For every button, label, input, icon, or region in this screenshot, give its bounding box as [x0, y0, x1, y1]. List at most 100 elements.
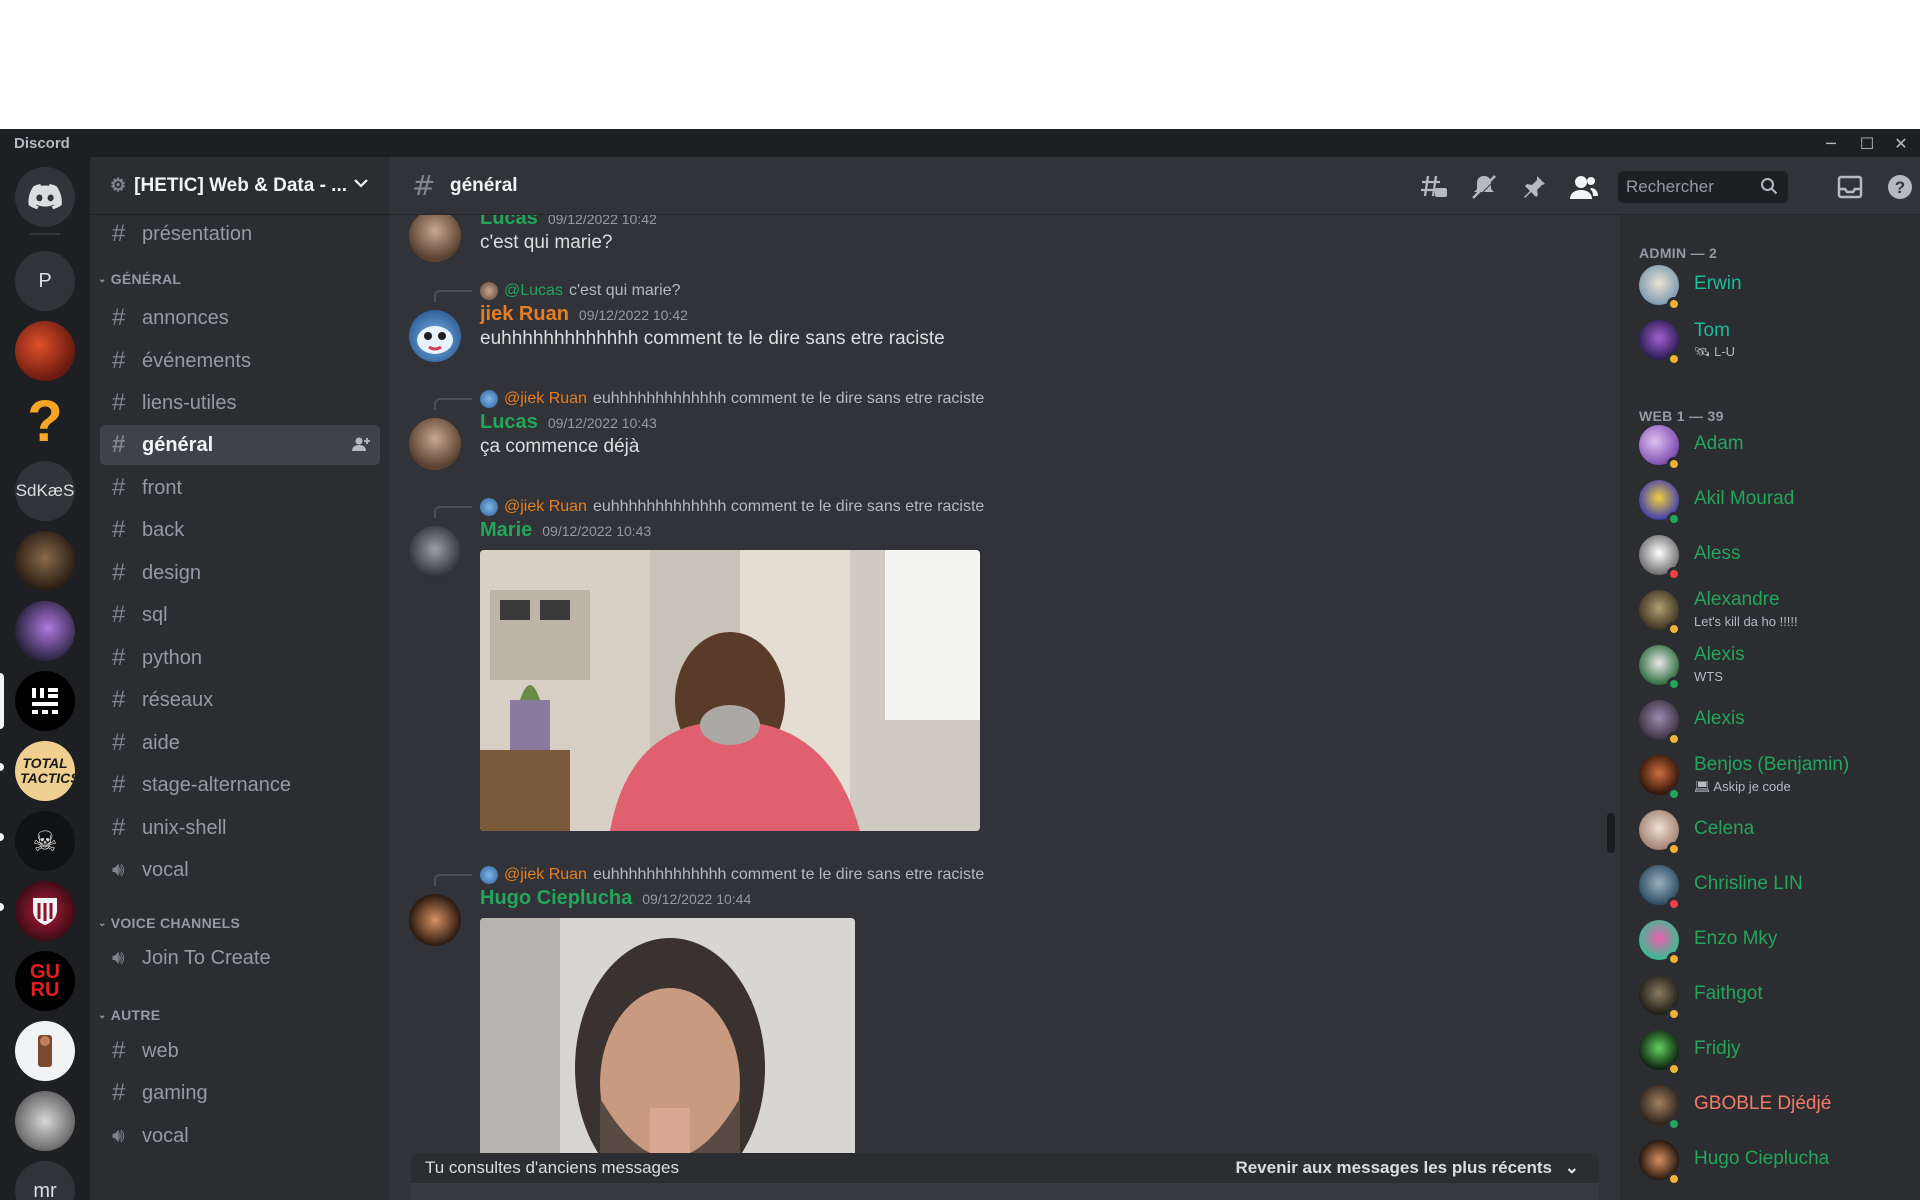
- server-question[interactable]: ?: [15, 391, 75, 451]
- message-author[interactable]: Marie 09/12/2022 10:43: [480, 519, 651, 542]
- server-sdkaes[interactable]: SdKæS: [15, 461, 75, 521]
- hashtag-icon: #: [112, 729, 126, 756]
- help-icon[interactable]: ?: [1884, 171, 1916, 203]
- server-guru[interactable]: GU RU: [15, 951, 75, 1011]
- reply-preview[interactable]: @jiek Ruan euhhhhhhhhhhhhh comment te le…: [480, 496, 984, 518]
- avatar: [1639, 535, 1681, 581]
- channel-presentation[interactable]: # présentation: [100, 214, 380, 254]
- hashtag-icon: #: [112, 601, 126, 628]
- threads-icon[interactable]: [1418, 171, 1450, 203]
- message-author[interactable]: jiek Ruan 09/12/2022 10:42: [480, 303, 688, 326]
- member-item[interactable]: Tom 🛰 L-U: [1639, 316, 1909, 366]
- reply-preview[interactable]: @jiek Ruan euhhhhhhhhhhhhh comment te le…: [480, 864, 984, 886]
- server-mr[interactable]: mr: [15, 1161, 75, 1200]
- channel-liens-utiles[interactable]: # liens-utiles: [100, 383, 380, 423]
- maximize-icon[interactable]: ☐: [1850, 129, 1884, 157]
- channel-back[interactable]: # back: [100, 510, 380, 550]
- discord-home-icon[interactable]: [15, 167, 75, 227]
- server-purple-creature[interactable]: [15, 601, 75, 661]
- avatar-lucas[interactable]: [409, 215, 461, 262]
- message-composer[interactable]: [411, 1183, 1599, 1200]
- member-item[interactable]: GBOBLE Djédjé: [1639, 1081, 1909, 1131]
- message-author[interactable]: Hugo Cieplucha 09/12/2022 10:44: [480, 887, 751, 910]
- invite-member-icon[interactable]: [352, 435, 370, 458]
- server-dark-creature[interactable]: [15, 531, 75, 591]
- message-text: euhhhhhhhhhhhhh comment te le dire sans …: [480, 328, 945, 349]
- server-shield-logo[interactable]: [15, 881, 75, 941]
- member-item[interactable]: Alexis: [1639, 696, 1909, 746]
- channel-stage-alternance[interactable]: # stage-alternance: [100, 765, 380, 805]
- avatar: [1639, 975, 1681, 1021]
- avatar: [1639, 1030, 1681, 1076]
- server-storm-creature[interactable]: [15, 1091, 75, 1151]
- member-item[interactable]: Hugo Cieplucha: [1639, 1136, 1909, 1186]
- member-item[interactable]: Akil Mourad: [1639, 476, 1909, 526]
- channel-unix-shell[interactable]: # unix-shell: [100, 808, 380, 848]
- jump-to-present-button[interactable]: Revenir aux messages les plus récents ⌄: [1235, 1158, 1579, 1178]
- server-glyph-logo[interactable]: [15, 671, 75, 731]
- member-item[interactable]: Alexandre Let's kill da ho !!!!!: [1639, 586, 1909, 636]
- channel-sql[interactable]: # sql: [100, 595, 380, 635]
- message-author[interactable]: Lucas 09/12/2022 10:43: [480, 411, 657, 434]
- channel-reseaux[interactable]: # réseaux: [100, 680, 380, 720]
- channel-gaming[interactable]: # gaming: [100, 1073, 380, 1113]
- minimize-icon[interactable]: ─: [1814, 129, 1848, 157]
- channel-web[interactable]: # web: [100, 1031, 380, 1071]
- reply-preview[interactable]: @jiek Ruan euhhhhhhhhhhhhh comment te le…: [480, 388, 984, 410]
- member-item[interactable]: Benjos (Benjamin) 💻︎ Askip je code: [1639, 751, 1909, 801]
- member-item[interactable]: Celena: [1639, 806, 1909, 856]
- pin-icon[interactable]: [1518, 171, 1550, 203]
- hashtag-icon: #: [112, 304, 126, 331]
- message-timestamp: 09/12/2022 10:44: [642, 891, 752, 907]
- avatar-marie[interactable]: [409, 526, 461, 578]
- voice-channel-vocal[interactable]: 🔊︎ vocal: [100, 850, 380, 890]
- channel-general[interactable]: # général: [100, 425, 380, 465]
- channel-front[interactable]: # front: [100, 468, 380, 508]
- member-category-admin: ADMIN — 2: [1639, 245, 1718, 261]
- server-total-tactics[interactable]: TOTAL TACTICS: [15, 741, 75, 801]
- member-item[interactable]: Erwin: [1639, 261, 1909, 311]
- message-list: Lucas 09/12/2022 10:42 c'est qui marie? @…: [390, 215, 1605, 1200]
- server-skull[interactable]: ☠: [15, 811, 75, 871]
- member-item[interactable]: Adam: [1639, 421, 1909, 471]
- image-attachment[interactable]: [480, 550, 980, 831]
- member-item[interactable]: Alexis WTS: [1639, 641, 1909, 691]
- inbox-icon[interactable]: [1834, 171, 1866, 203]
- server-header[interactable]: ⚙ [HETIC] Web & Data - ...: [90, 157, 390, 215]
- channel-aide[interactable]: # aide: [100, 723, 380, 763]
- avatar-hugo-cieplucha[interactable]: [409, 894, 461, 946]
- channel-python[interactable]: # python: [100, 638, 380, 678]
- channel-title: général: [450, 175, 518, 196]
- server-p[interactable]: P: [15, 251, 75, 311]
- server-red-dragon[interactable]: [15, 321, 75, 381]
- voice-channel-join-to-create[interactable]: 🔊︎ Join To Create: [100, 938, 380, 978]
- message-author[interactable]: Lucas 09/12/2022 10:42: [480, 215, 657, 230]
- search-input[interactable]: Rechercher: [1618, 171, 1788, 203]
- category-general[interactable]: ⌄ GÉNÉRAL: [98, 269, 181, 289]
- message: @jiek Ruan euhhhhhhhhhhhhh comment te le…: [390, 383, 1605, 483]
- reply-spine: [434, 506, 472, 518]
- avatar-jiek-ruan[interactable]: [409, 310, 461, 362]
- member-item[interactable]: Aless: [1639, 531, 1909, 581]
- server-portrait[interactable]: [15, 1021, 75, 1081]
- reply-preview[interactable]: @Lucas c'est qui marie?: [480, 280, 680, 302]
- category-autre[interactable]: ⌄ AUTRE: [98, 1005, 160, 1025]
- member-item[interactable]: Faithgot: [1639, 971, 1909, 1021]
- channel-annonces[interactable]: # annonces: [100, 298, 380, 338]
- old-messages-bar[interactable]: Tu consultes d'anciens messages Revenir …: [411, 1153, 1599, 1183]
- channel-evenements[interactable]: # événements: [100, 341, 380, 381]
- voice-channel-vocal-2[interactable]: 🔊︎ vocal: [100, 1116, 380, 1156]
- member-list-icon[interactable]: [1568, 171, 1600, 203]
- hashtag-icon: #: [112, 347, 126, 374]
- member-item[interactable]: Chrisline LIN: [1639, 861, 1909, 911]
- mute-bell-icon[interactable]: [1468, 171, 1500, 203]
- member-item[interactable]: Enzo Mky: [1639, 916, 1909, 966]
- category-voice-channels[interactable]: ⌄ VOICE CHANNELS: [98, 913, 240, 933]
- avatar-lucas[interactable]: [409, 418, 461, 470]
- unread-pip: [0, 903, 4, 911]
- channel-design[interactable]: # design: [100, 553, 380, 593]
- hashtag-icon: #: [112, 686, 126, 713]
- close-icon[interactable]: ✕: [1884, 129, 1918, 157]
- chat-scrollbar[interactable]: [1607, 813, 1615, 853]
- member-item[interactable]: Fridjy: [1639, 1026, 1909, 1076]
